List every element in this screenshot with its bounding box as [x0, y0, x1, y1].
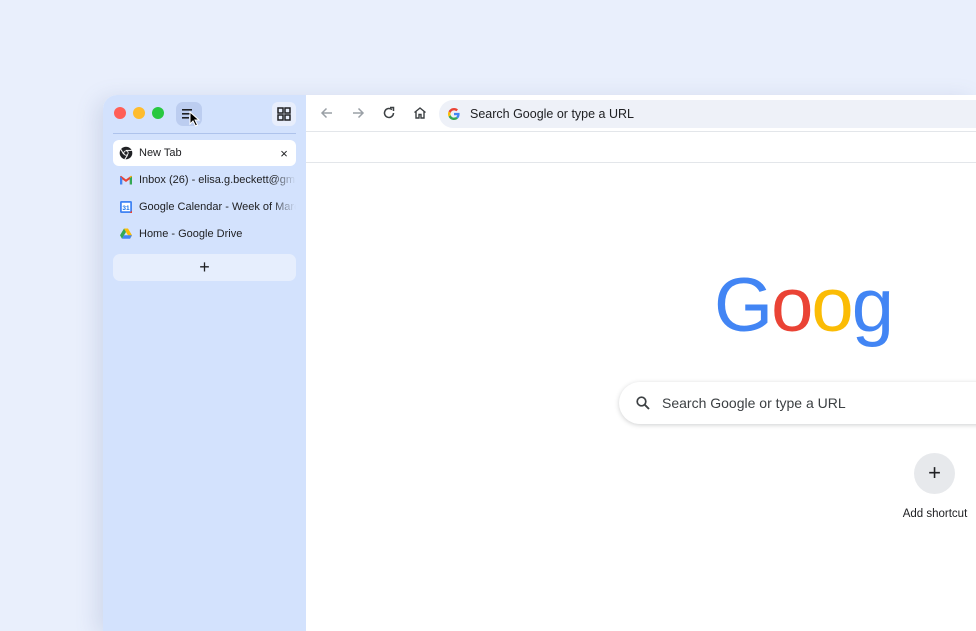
home-icon[interactable]: [411, 104, 429, 122]
zoom-window-button[interactable]: [152, 107, 164, 119]
close-tab-icon[interactable]: ×: [275, 146, 293, 161]
minimize-window-button[interactable]: [133, 107, 145, 119]
grid-icon: [277, 107, 291, 121]
browser-window: New Tab × Inbox (26) - elisa.g.beckett@g…: [103, 95, 976, 631]
gmail-icon: [120, 175, 132, 185]
add-shortcut-button[interactable]: +: [914, 453, 955, 494]
arrow-left-icon[interactable]: [318, 104, 336, 122]
sidebar-divider: [113, 133, 296, 134]
new-tab-button[interactable]: +: [113, 254, 296, 281]
tab-title: New Tab: [139, 147, 182, 159]
calendar-icon: 31: [120, 201, 132, 213]
vertical-tab-sidebar: New Tab × Inbox (26) - elisa.g.beckett@g…: [103, 95, 306, 631]
svg-text:31: 31: [122, 205, 130, 212]
tab-google-drive[interactable]: Home - Google Drive: [113, 221, 296, 247]
mouse-cursor-icon: [189, 111, 201, 127]
tab-title: Home - Google Drive: [139, 228, 243, 240]
bookmarks-bar: [306, 132, 976, 163]
tab-title-fade: [272, 167, 296, 193]
tab-title-fade: [272, 194, 296, 220]
logo-letter: g: [851, 263, 894, 348]
tab-groups-button[interactable]: [272, 102, 296, 126]
tab-google-calendar[interactable]: 31 Google Calendar - Week of March: [113, 194, 296, 220]
add-shortcut-label: Add shortcut: [902, 508, 968, 520]
search-placeholder: Search Google or type a URL: [662, 395, 846, 411]
logo-letter: o: [811, 263, 853, 348]
google-logo: Goog: [714, 262, 894, 349]
arrow-right-icon[interactable]: [349, 104, 367, 122]
drive-icon: [120, 228, 132, 239]
search-icon: [636, 396, 650, 410]
reload-icon[interactable]: [380, 104, 398, 122]
omnibox-text: Search Google or type a URL: [470, 107, 634, 121]
close-window-button[interactable]: [114, 107, 126, 119]
logo-letter: G: [714, 263, 773, 348]
chrome-icon: [119, 146, 133, 160]
tab-new-tab[interactable]: New Tab ×: [113, 140, 296, 166]
google-g-icon: [448, 108, 460, 120]
omnibox[interactable]: Search Google or type a URL: [439, 100, 976, 128]
logo-letter: o: [771, 263, 813, 348]
browser-toolbar: Search Google or type a URL: [306, 95, 976, 132]
ntp-search-box[interactable]: Search Google or type a URL: [619, 382, 976, 424]
tab-gmail[interactable]: Inbox (26) - elisa.g.beckett@gmail.com: [113, 167, 296, 193]
